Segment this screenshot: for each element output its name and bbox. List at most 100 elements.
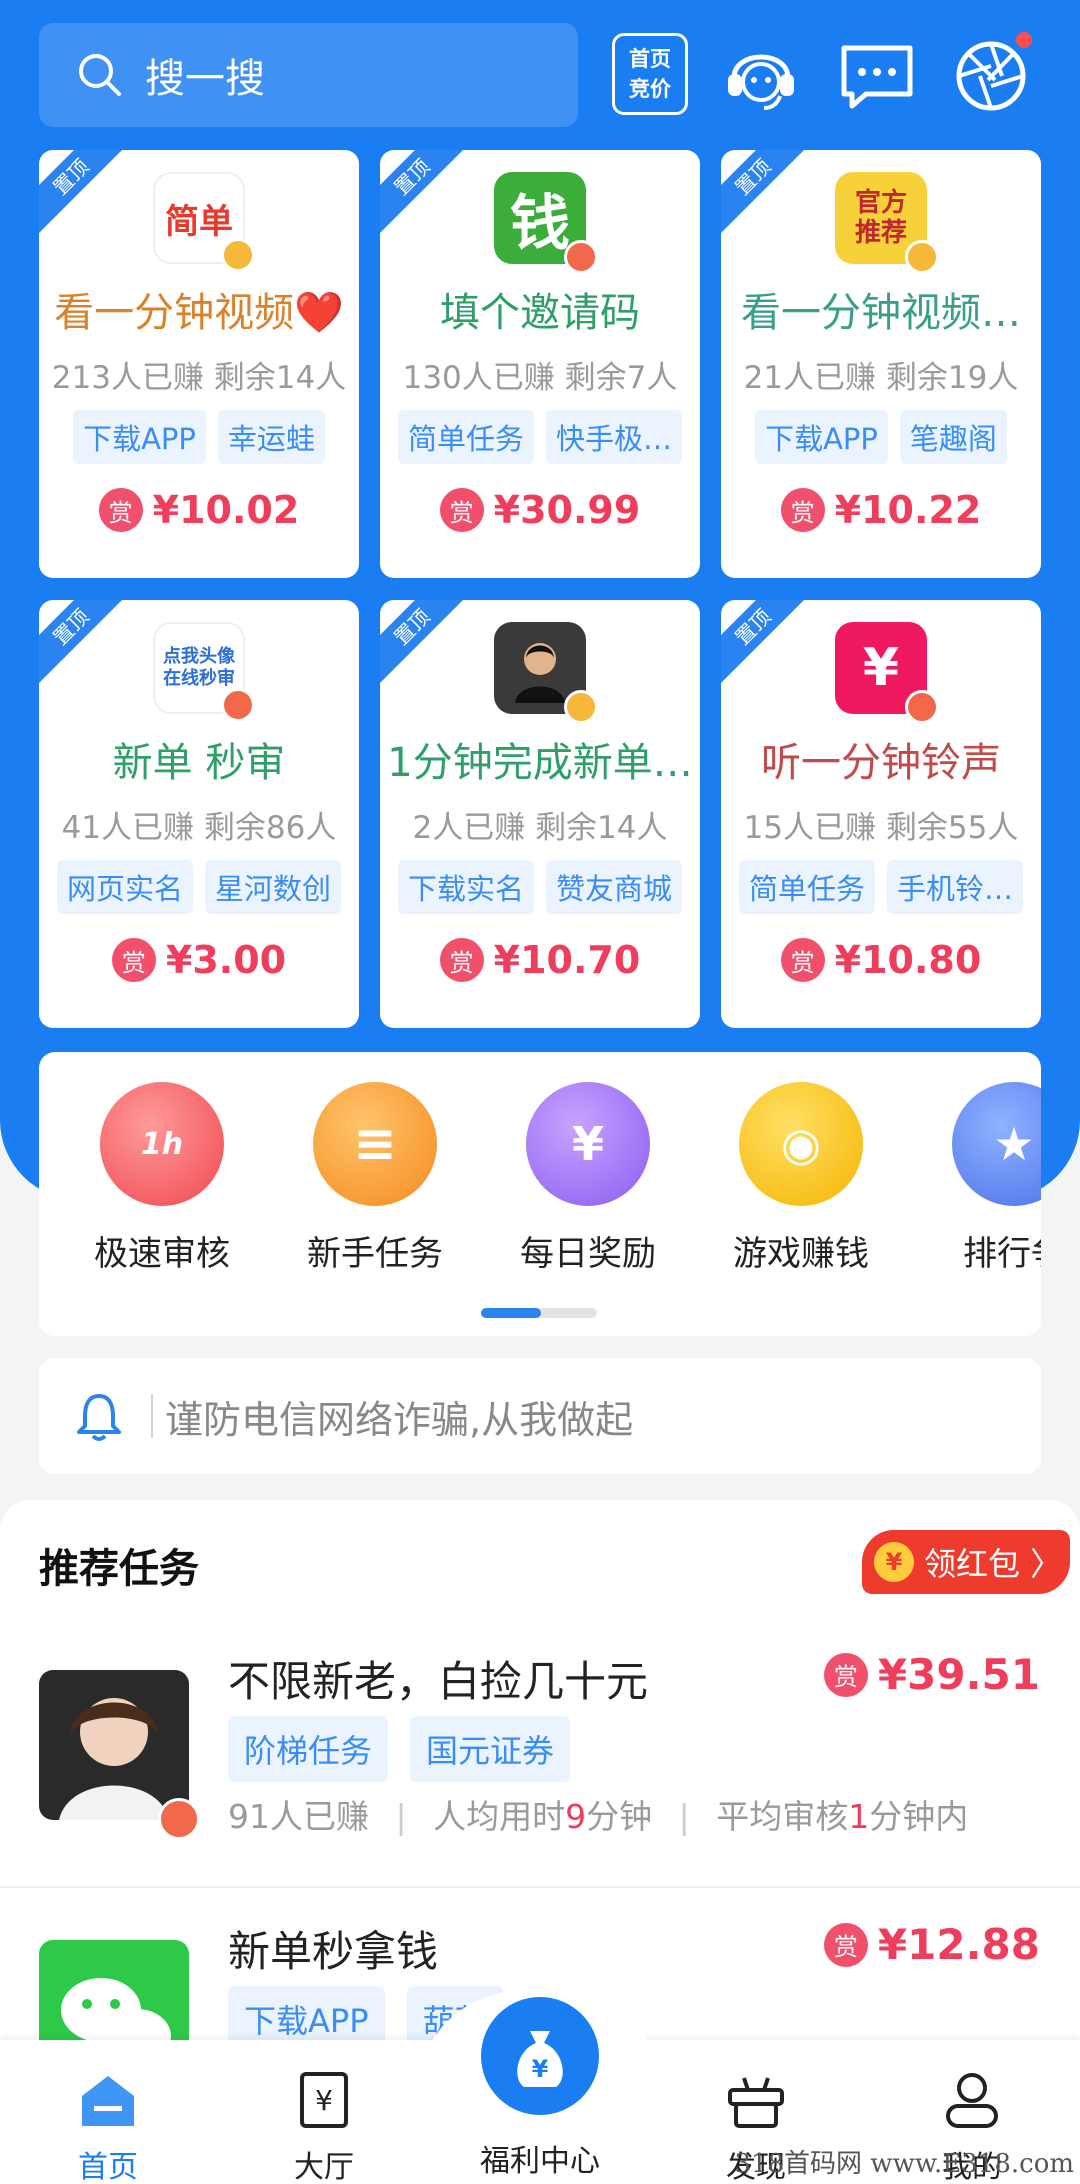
task-card[interactable]: 置顶 简单 看一分钟视频❤️ 213人已赚 剩余14人 下载APP 幸运蛙 赏 ¥1… [39, 150, 359, 578]
feature-label: 每日奖励 [520, 1234, 656, 1274]
feature-label: 极速审核 [94, 1234, 230, 1274]
feature-leaderboard[interactable]: ★ 排行争 [919, 1082, 1041, 1275]
crown-icon [905, 690, 939, 724]
task-remaining: 剩余14人 [213, 360, 347, 396]
task-title: 听一分钟铃声 [761, 740, 1001, 786]
clipboard-icon: ≡ [313, 1082, 437, 1206]
feature-label: 排行争 [963, 1234, 1041, 1274]
feature-newbie-tasks[interactable]: ≡ 新手任务 [280, 1082, 470, 1275]
feature-daily-reward[interactable]: ¥ 每日奖励 [493, 1082, 683, 1275]
pinned-ribbon: 置顶 [39, 150, 133, 239]
crown-icon [221, 688, 255, 722]
reward-amount: ¥30.99 [493, 488, 641, 532]
nav-label-welfare[interactable]: 福利中心 [440, 2136, 640, 2180]
page-indicator [481, 1308, 597, 1318]
reward-amount: ¥10.80 [834, 938, 982, 982]
trophy-icon: ★ [952, 1082, 1041, 1206]
home-icon [82, 2076, 134, 2126]
nav-home[interactable]: 首页 [38, 2070, 178, 2184]
feature-label: 游戏赚钱 [733, 1234, 869, 1274]
crown-icon [905, 240, 939, 274]
task-card[interactable]: 置顶 点我头像在线秒审 新单 秒审 41人已赚 剩余86人 网页实名 星河数创 赏… [39, 600, 359, 1028]
task-tag: 阶梯任务 [228, 1716, 389, 1782]
task-card[interactable]: 置顶 1分钟完成新单… 2人已赚 剩余14人 下载实名 赞友商城 赏 ¥10.70 [380, 600, 700, 1028]
task-earned: 21人已赚 [743, 360, 877, 396]
task-card[interactable]: 置顶 钱 填个邀请码 130人已赚 剩余7人 简单任务 快手极… 赏 ¥30.99 [380, 150, 700, 578]
svg-text:¥: ¥ [532, 2055, 549, 2083]
reward-badge-icon: 赏 [823, 1922, 868, 1967]
welfare-center-button[interactable]: ¥ [481, 1997, 599, 2115]
avg-time-prefix: 人均用时 [433, 1797, 566, 1836]
pinned-ribbon: 置顶 [721, 150, 815, 239]
task-price: 赏 ¥12.88 [823, 1920, 1040, 1969]
task-avatar [39, 1670, 189, 1820]
crown-icon [564, 690, 598, 724]
task-logo-text: 钱 [510, 188, 570, 259]
feature-fast-review[interactable]: 1h 极速审核 [67, 1082, 257, 1275]
nav-hall[interactable]: ¥ 大厅 [254, 2070, 394, 2184]
crown-icon [221, 238, 255, 272]
reward-badge-icon: 赏 [823, 1652, 868, 1697]
notice-bar[interactable]: 谨防电信网络诈骗,从我做起 [39, 1358, 1041, 1474]
task-reward: 赏 ¥10.80 [721, 938, 1041, 982]
camera-shutter-icon[interactable] [950, 36, 1032, 116]
task-stats: 41人已赚 剩余86人 [39, 802, 359, 847]
task-stats: 15人已赚 剩余55人 [721, 802, 1041, 847]
gift-box-icon [728, 2077, 784, 2128]
task-price: 赏 ¥39.51 [823, 1650, 1040, 1699]
pinned-ribbon: 置顶 [39, 600, 133, 689]
crown-icon [158, 1798, 200, 1840]
task-title: 1分钟完成新单… [387, 740, 693, 786]
task-reward: 赏 ¥10.02 [39, 488, 359, 532]
reward-amount: ¥10.70 [493, 938, 641, 982]
feature-game-earn[interactable]: ◉ 游戏赚钱 [706, 1082, 896, 1275]
task-title: 看一分钟视频❤️ [54, 290, 344, 336]
task-reward: 赏 ¥10.70 [380, 938, 700, 982]
avg-review-prefix: 平均审核 [716, 1797, 849, 1836]
money-bag-icon: ¥ [517, 2031, 563, 2087]
message-icon[interactable] [836, 36, 918, 116]
notice-text: 谨防电信网络诈骗,从我做起 [165, 1397, 634, 1442]
page-indicator-active [481, 1308, 541, 1318]
task-logo-text: ¥ [862, 638, 900, 698]
nav-label: 首页 [78, 2150, 138, 2184]
task-tag: 幸运蛙 [217, 410, 325, 464]
notice-divider [151, 1394, 153, 1438]
recommended-task-item[interactable]: 不限新老，白捡几十元 赏 ¥39.51 阶梯任务 国元证券 91人已赚 | 人均用时… [0, 1630, 1080, 1900]
task-remaining: 剩余14人 [535, 810, 668, 846]
task-earned: 2人已赚 [412, 810, 526, 846]
feature-icon-text: ★ [993, 1117, 1035, 1171]
reward-badge-icon: 赏 [780, 488, 825, 532]
task-card[interactable]: 置顶 ¥ 听一分钟铃声 15人已赚 剩余55人 简单任务 手机铃… 赏 ¥10.80 [721, 600, 1041, 1028]
task-remaining: 剩余19人 [885, 360, 1019, 396]
task-card[interactable]: 置顶 官方推荐 看一分钟视频… 21人已赚 剩余19人 下载APP 笔趣阁 赏 ¥1… [721, 150, 1041, 578]
task-logo: 钱 [494, 172, 598, 274]
reward-badge-icon: 赏 [98, 488, 143, 532]
task-tag: 笔趣阁 [899, 410, 1007, 464]
task-earned: 213人已赚 [51, 360, 204, 396]
person-avatar-icon [515, 643, 565, 703]
search-placeholder: 搜一搜 [145, 56, 265, 102]
task-earned: 15人已赚 [743, 810, 877, 846]
red-packet-button[interactable]: ¥ 领红包 〉 [862, 1530, 1070, 1594]
price-amount: ¥12.88 [877, 1920, 1040, 1969]
reward-amount: ¥3.00 [165, 938, 287, 982]
bell-icon [77, 1394, 121, 1441]
section-title: 推荐任务 [39, 1546, 199, 1592]
task-reward: 赏 ¥3.00 [39, 938, 359, 982]
reward-badge-icon: 赏 [111, 938, 156, 982]
task-logo-text: 点我头像在线秒审 [163, 646, 235, 689]
reward-amount: ¥10.22 [834, 488, 982, 532]
notification-dot [1016, 32, 1032, 48]
watermark: 318首码网 www.E318.com [734, 2149, 1074, 2179]
reward-badge-icon: 赏 [439, 938, 484, 982]
homepage-bid-button[interactable]: 首页 竞价 [612, 33, 688, 115]
task-logo: ¥ [835, 622, 939, 724]
search-bar[interactable]: 搜一搜 [39, 23, 578, 127]
avg-time-value: 9 [565, 1797, 587, 1836]
task-stats: 213人已赚 剩余14人 [39, 352, 359, 397]
price-amount: ¥39.51 [877, 1650, 1040, 1699]
profile-photo-icon [39, 1670, 189, 1820]
customer-service-icon[interactable] [720, 36, 802, 116]
task-tag: 网页实名 [56, 860, 193, 914]
